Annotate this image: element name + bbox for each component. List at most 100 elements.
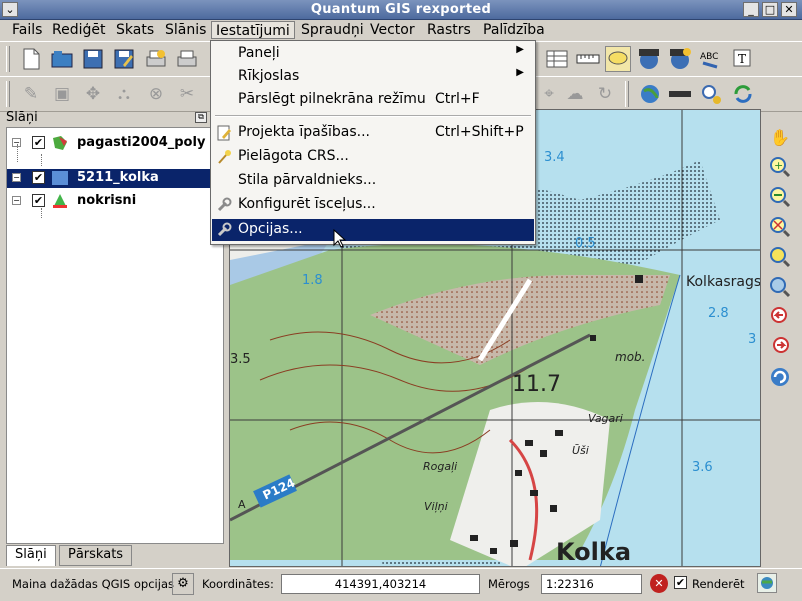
menu-item-options[interactable]: Opcijas...	[212, 219, 534, 241]
depth-label: 0.5	[575, 236, 596, 251]
save-edits-icon[interactable]: ▣	[49, 81, 75, 107]
menu-settings[interactable]: Iestatījumi	[211, 21, 295, 39]
home-icon[interactable]	[636, 46, 662, 72]
print-icon[interactable]	[174, 46, 200, 72]
svg-text:T: T	[738, 52, 746, 66]
save-project-icon[interactable]	[80, 46, 106, 72]
menu-item-label: Rīkjoslas	[238, 68, 300, 84]
menu-item-label: Stila pārvaldnieks...	[238, 172, 377, 188]
layer-item[interactable]: − ✔ nokrisni	[7, 192, 223, 211]
raster-layer-icon	[51, 170, 69, 186]
zoom-full-icon[interactable]	[767, 214, 793, 240]
toolbar-grip[interactable]	[625, 81, 629, 107]
depth-label: 2.8	[708, 306, 729, 321]
maximize-button[interactable]: □	[762, 2, 778, 17]
menu-item-toolbars[interactable]: Rīkjoslas ▶	[212, 66, 534, 88]
title-bar: ⌄ Quantum GIS rexported _ □ ✕	[0, 0, 802, 20]
rotate-icon[interactable]: ↻	[592, 81, 618, 107]
gps-icon[interactable]	[698, 81, 724, 107]
reshape-icon[interactable]: ☁	[562, 81, 588, 107]
status-bar: Maina dažādas QGIS opcijas ⚙ Koordinātes…	[0, 568, 802, 601]
coordinates-field[interactable]: 414391,403214	[281, 574, 480, 594]
minimize-button[interactable]: _	[743, 2, 759, 17]
zoom-full-icon[interactable]	[667, 81, 693, 107]
layer-item[interactable]: − ✔ pagasti2004_poly	[7, 134, 223, 153]
home-plus-icon[interactable]	[667, 46, 693, 72]
layer-visibility-checkbox[interactable]: ✔	[32, 171, 45, 184]
project-properties-icon	[216, 125, 232, 141]
spell-check-icon[interactable]: ABC	[698, 46, 724, 72]
height-label: 3.5	[230, 352, 251, 367]
menu-item-label: Opcijas...	[238, 221, 303, 237]
svg-text:ABC: ABC	[700, 52, 718, 62]
refresh-icon[interactable]	[730, 81, 756, 107]
identify-icon[interactable]: ⌖	[536, 81, 562, 107]
menu-item-style-manager[interactable]: Stila pārvaldnieks...	[212, 170, 534, 192]
layer-item[interactable]: − ✔ 5211_kolka	[7, 169, 223, 188]
place-label: Rogaļi	[423, 460, 458, 473]
menu-edit[interactable]: Rediģēt	[48, 21, 109, 39]
layers-tree[interactable]: − ✔ pagasti2004_poly − ✔ 5211_kolka − ✔ …	[6, 127, 224, 544]
settings-dropdown-menu: Paneļi ▶ Rīkjoslas ▶ Pārslēgt pilnekrāna…	[210, 40, 536, 245]
wrench-icon[interactable]: ⚙	[172, 573, 194, 595]
menu-item-shortcut: Ctrl+Shift+P	[435, 124, 524, 140]
toolbar-grip[interactable]	[6, 81, 10, 107]
menu-file[interactable]: Fails	[8, 21, 46, 39]
town-label: Kolka	[556, 538, 632, 566]
menu-help[interactable]: Palīdzība	[479, 21, 549, 39]
tree-line	[41, 154, 42, 166]
cut-icon[interactable]: ✂	[174, 81, 200, 107]
edit-pencil-icon[interactable]: ✎	[18, 81, 44, 107]
delete-icon[interactable]: ⊗	[143, 81, 169, 107]
menu-item-custom-crs[interactable]: Pielāgota CRS...	[212, 146, 534, 168]
zoom-last-icon[interactable]	[767, 304, 793, 330]
text-annotation-icon[interactable]: T	[730, 46, 756, 72]
menu-item-panels[interactable]: Paneļi ▶	[212, 43, 534, 65]
menu-item-configure-shortcuts[interactable]: Konfigurēt īsceļus...	[212, 194, 534, 216]
zoom-selection-icon[interactable]	[767, 244, 793, 270]
close-button[interactable]: ✕	[781, 2, 797, 17]
depth-label: 3	[748, 332, 757, 347]
layer-visibility-checkbox[interactable]: ✔	[32, 194, 45, 207]
collapse-toggle[interactable]: −	[12, 173, 21, 182]
attribute-table-icon[interactable]	[544, 46, 570, 72]
measure-icon[interactable]	[575, 46, 601, 72]
tab-overview[interactable]: Pārskats	[59, 545, 133, 566]
projection-icon[interactable]	[757, 573, 777, 593]
custom-crs-icon	[216, 149, 232, 165]
node-tool-icon[interactable]: ⛬	[111, 81, 137, 107]
zoom-in-icon[interactable]: +	[767, 154, 793, 180]
refresh-icon[interactable]	[767, 364, 793, 390]
menu-item-fullscreen[interactable]: Pārslēgt pilnekrāna režīmu Ctrl+F	[212, 89, 534, 111]
place-label: Viļņi	[424, 500, 448, 513]
menu-vector[interactable]: Vector	[366, 21, 419, 39]
pan-hand-icon[interactable]: ✋	[767, 124, 793, 150]
zoom-layer-icon[interactable]	[767, 274, 793, 300]
float-panel-button[interactable]: ⧉	[195, 112, 207, 123]
menu-view[interactable]: Skats	[112, 21, 158, 39]
menu-item-label: Pārslēgt pilnekrāna režīmu	[238, 91, 426, 107]
scale-label: Mērogs	[488, 577, 530, 591]
save-as-icon[interactable]	[111, 46, 137, 72]
new-project-icon[interactable]	[18, 46, 44, 72]
menu-raster[interactable]: Rastrs	[423, 21, 475, 39]
move-feature-icon[interactable]: ✥	[80, 81, 106, 107]
zoom-out-icon[interactable]	[767, 184, 793, 210]
collapse-toggle[interactable]: −	[12, 196, 21, 205]
tab-layers[interactable]: Slāņi	[6, 545, 56, 566]
zoom-next-icon[interactable]	[767, 334, 793, 360]
stop-render-icon[interactable]: ✕	[650, 574, 668, 593]
layer-visibility-checkbox[interactable]: ✔	[32, 136, 45, 149]
menu-bar: Fails Rediģēt Skats Slānis Iestatījumi S…	[0, 20, 802, 40]
print-composer-icon[interactable]	[143, 46, 169, 72]
globe-icon[interactable]	[637, 81, 663, 107]
menu-layer[interactable]: Slānis	[161, 21, 210, 39]
map-tips-icon[interactable]	[605, 46, 631, 72]
open-project-icon[interactable]	[49, 46, 75, 72]
layer-name: nokrisni	[77, 193, 137, 208]
menu-item-project-properties[interactable]: Projekta īpašības... Ctrl+Shift+P	[212, 122, 534, 144]
menu-plugins[interactable]: Spraudņi	[297, 21, 368, 39]
toolbar-grip[interactable]	[6, 46, 10, 72]
scale-field[interactable]: 1:22316	[541, 574, 642, 594]
render-checkbox[interactable]: ✔	[674, 576, 687, 589]
